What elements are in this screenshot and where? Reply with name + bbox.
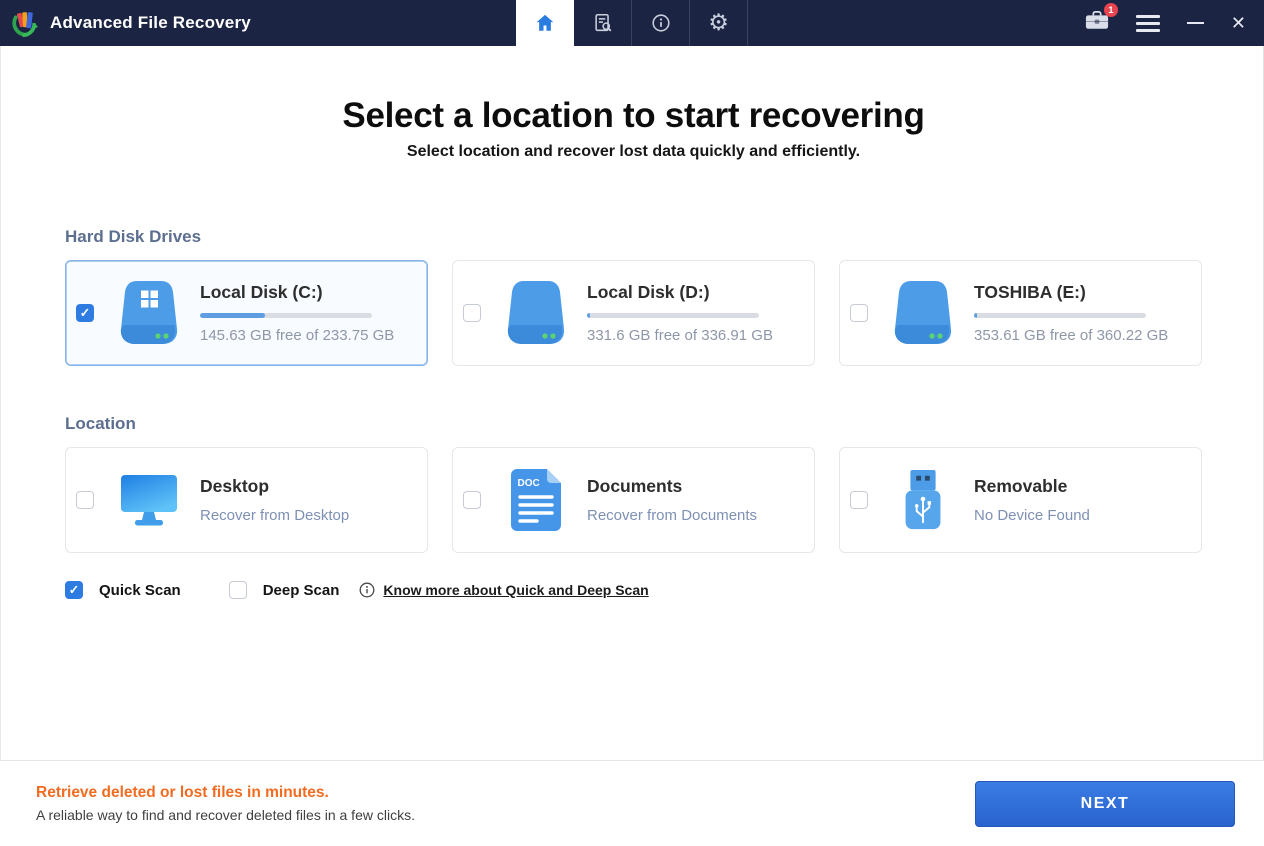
drive-c-icon-box xyxy=(120,278,178,348)
drive-e-checkbox[interactable]: ✓ xyxy=(850,304,868,322)
gear-icon: ⚙ xyxy=(708,12,729,35)
location-section-label: Location xyxy=(65,414,1202,434)
close-button[interactable]: ✕ xyxy=(1231,14,1246,32)
scan-info-link[interactable]: Know more about Quick and Deep Scan xyxy=(383,582,648,598)
usb-drive-icon xyxy=(901,469,945,531)
check-icon: ✓ xyxy=(69,584,79,597)
title-bar: Advanced File Recovery xyxy=(0,0,1264,46)
doc-file-icon: DOC xyxy=(511,469,561,531)
drive-icon xyxy=(894,278,952,348)
footer-headline: Retrieve deleted or lost files in minute… xyxy=(36,784,975,802)
file-search-icon xyxy=(592,12,614,34)
drive-card-e[interactable]: ✓ TOSHIBA (E:) 353.61 GB free of 360.22 … xyxy=(839,260,1202,366)
footer-text: Retrieve deleted or lost files in minute… xyxy=(36,784,975,823)
notification-badge: 1 xyxy=(1104,3,1118,17)
desktop-checkbox[interactable]: ✓ xyxy=(76,491,94,509)
location-name: Removable xyxy=(974,476,1090,497)
page-title: Select a location to start recovering xyxy=(65,96,1202,136)
check-icon: ✓ xyxy=(80,307,90,320)
drive-name: Local Disk (C:) xyxy=(200,282,394,303)
desktop-text: Desktop Recover from Desktop xyxy=(200,476,349,524)
scan-options-row: ✓ Quick Scan ✓ Deep Scan Know more about… xyxy=(65,581,1202,599)
drive-name: TOSHIBA (E:) xyxy=(974,282,1168,303)
documents-checkbox[interactable]: ✓ xyxy=(463,491,481,509)
desktop-icon-box xyxy=(120,473,178,527)
tab-info[interactable] xyxy=(632,0,690,46)
location-name: Documents xyxy=(587,476,757,497)
nav-tabs: ⚙ xyxy=(516,0,748,46)
drive-usage-fill xyxy=(200,313,265,318)
hamburger-menu-icon[interactable] xyxy=(1136,15,1160,32)
drive-e-icon-box xyxy=(894,278,952,348)
tab-settings[interactable]: ⚙ xyxy=(690,0,748,46)
footer-subtext: A reliable way to find and recover delet… xyxy=(36,807,975,823)
drive-usage-bar xyxy=(587,313,759,318)
toolbox-button[interactable]: 1 xyxy=(1085,10,1109,36)
drive-usage-fill xyxy=(974,313,977,318)
drive-d-icon-box xyxy=(507,278,565,348)
tab-scan-report[interactable] xyxy=(574,0,632,46)
drive-card-c[interactable]: ✓ Local Disk (C:) xyxy=(65,260,428,366)
drives-section-label: Hard Disk Drives xyxy=(65,227,1202,247)
info-icon xyxy=(650,12,672,34)
page-subtitle: Select location and recover lost data qu… xyxy=(65,143,1202,161)
removable-icon-box xyxy=(894,469,952,531)
drive-e-text: TOSHIBA (E:) 353.61 GB free of 360.22 GB xyxy=(974,282,1168,344)
removable-checkbox[interactable]: ✓ xyxy=(850,491,868,509)
deep-scan-label: Deep Scan xyxy=(263,582,340,599)
app-window: Advanced File Recovery xyxy=(0,0,1264,846)
app-title: Advanced File Recovery xyxy=(50,13,251,33)
drive-card-d[interactable]: ✓ Local Disk (D:) 331.6 GB free of 336.9… xyxy=(452,260,815,366)
drive-d-text: Local Disk (D:) 331.6 GB free of 336.91 … xyxy=(587,282,773,344)
location-name: Desktop xyxy=(200,476,349,497)
drive-usage-bar xyxy=(974,313,1146,318)
footer-bar: Retrieve deleted or lost files in minute… xyxy=(0,760,1264,846)
drive-space-text: 145.63 GB free of 233.75 GB xyxy=(200,327,394,344)
drive-c-text: Local Disk (C:) 145.63 GB free of 233.75… xyxy=(200,282,394,344)
location-detail: Recover from Desktop xyxy=(200,507,349,524)
drive-space-text: 331.6 GB free of 336.91 GB xyxy=(587,327,773,344)
location-detail: Recover from Documents xyxy=(587,507,757,524)
quick-scan-label: Quick Scan xyxy=(99,582,181,599)
documents-icon-box: DOC xyxy=(507,469,565,531)
next-button[interactable]: NEXT xyxy=(975,781,1235,827)
app-logo-icon xyxy=(10,8,40,38)
quick-scan-checkbox[interactable]: ✓ xyxy=(65,581,83,599)
location-detail: No Device Found xyxy=(974,507,1090,524)
tab-home[interactable] xyxy=(516,0,574,46)
home-icon xyxy=(534,12,556,34)
doc-label: DOC xyxy=(518,478,540,489)
minimize-button[interactable] xyxy=(1187,22,1204,24)
location-card-removable[interactable]: ✓ xyxy=(839,447,1202,553)
window-controls: 1 ✕ xyxy=(1085,0,1246,46)
location-card-documents[interactable]: ✓ DOC Do xyxy=(452,447,815,553)
windows-drive-icon xyxy=(120,278,178,348)
drive-name: Local Disk (D:) xyxy=(587,282,773,303)
location-card-desktop[interactable]: ✓ Desktop Recover from Desktop xyxy=(65,447,428,553)
deep-scan-checkbox[interactable]: ✓ xyxy=(229,581,247,599)
removable-text: Removable No Device Found xyxy=(974,476,1090,524)
info-circle-icon xyxy=(359,582,375,598)
drive-icon xyxy=(507,278,565,348)
drives-card-grid: ✓ Local Disk (C:) xyxy=(65,260,1202,366)
drive-space-text: 353.61 GB free of 360.22 GB xyxy=(974,327,1168,344)
documents-text: Documents Recover from Documents xyxy=(587,476,757,524)
desktop-monitor-icon xyxy=(120,473,178,527)
drive-usage-bar xyxy=(200,313,372,318)
location-card-grid: ✓ Desktop Recover from Desktop xyxy=(65,447,1202,553)
app-brand: Advanced File Recovery xyxy=(10,8,251,38)
drive-usage-fill xyxy=(587,313,590,318)
main-content: Select a location to start recovering Se… xyxy=(0,96,1264,599)
drive-c-checkbox[interactable]: ✓ xyxy=(76,304,94,322)
drive-d-checkbox[interactable]: ✓ xyxy=(463,304,481,322)
